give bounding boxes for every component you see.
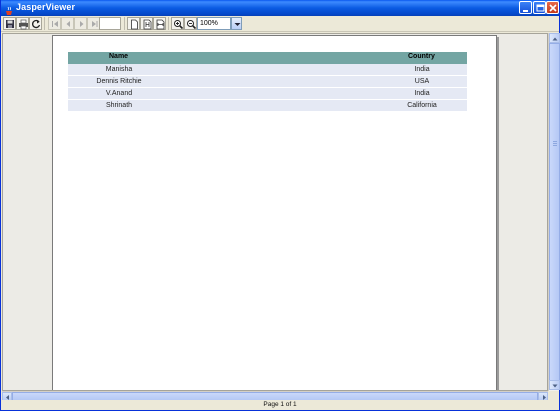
scroll-up-button[interactable] <box>549 33 560 43</box>
java-cup-icon <box>4 3 14 15</box>
window-title: JasperViewer <box>16 2 76 12</box>
name-cell: V.Anand <box>105 90 133 97</box>
vertical-scroll-thumb[interactable] <box>549 43 560 381</box>
column-header-country: Country <box>408 53 435 60</box>
grip-line <box>553 145 557 146</box>
actual-size-button[interactable] <box>127 17 140 30</box>
jasper-viewer-window: JasperViewer 100% Name Country Manisha I… <box>0 0 560 411</box>
country-cell: India <box>414 66 430 73</box>
country-cell: USA <box>414 78 430 85</box>
report-table: Name Country Manisha India Dennis Ritchi… <box>68 52 467 112</box>
table-row: V.Anand India <box>68 88 467 100</box>
save-button[interactable] <box>3 17 16 30</box>
fit-width-button[interactable] <box>153 17 166 30</box>
vertical-scrollbar[interactable] <box>548 33 560 391</box>
column-header-name: Name <box>109 53 129 60</box>
zoom-dropdown-button[interactable] <box>231 17 242 30</box>
reload-button[interactable] <box>29 17 42 30</box>
toolbar-separator <box>124 17 125 30</box>
first-page-button[interactable] <box>48 17 61 30</box>
arrow-down-icon <box>552 384 558 388</box>
country-cell: California <box>407 102 437 109</box>
grip-line <box>553 141 557 142</box>
page-number-field[interactable] <box>99 17 121 30</box>
scroll-down-button[interactable] <box>549 380 560 390</box>
fit-page-button[interactable] <box>140 17 153 30</box>
close-icon <box>549 4 557 12</box>
table-row: Manisha India <box>68 64 467 76</box>
grip-line <box>553 143 557 144</box>
zoom-ratio-combobox[interactable]: 100% <box>197 17 231 30</box>
previous-page-button[interactable] <box>61 17 74 30</box>
name-cell: Shrinath <box>105 102 133 109</box>
report-viewport: Name Country Manisha India Dennis Ritchi… <box>2 33 548 391</box>
maximize-button[interactable] <box>533 1 546 14</box>
chevron-down-icon <box>234 23 241 26</box>
toolbar: 100% <box>1 16 559 32</box>
horizontal-scrollbar[interactable] <box>2 391 548 401</box>
zoom-in-button[interactable] <box>171 17 184 30</box>
print-button[interactable] <box>16 17 29 30</box>
fit-width-icon <box>156 19 165 30</box>
next-page-button[interactable] <box>74 17 87 30</box>
close-button[interactable] <box>546 1 559 14</box>
page-status-label: Page 1 of 1 <box>263 401 297 408</box>
table-header-row: Name Country <box>68 52 467 64</box>
minimize-icon <box>523 10 528 12</box>
name-cell: Manisha <box>105 66 133 73</box>
status-bar: Page 1 of 1 <box>1 400 559 410</box>
toolbar-separator <box>44 17 45 30</box>
toolbar-separator <box>168 17 169 30</box>
zoom-out-button[interactable] <box>184 17 197 30</box>
title-bar[interactable]: JasperViewer <box>1 0 559 16</box>
table-row: Shrinath California <box>68 100 467 112</box>
minimize-button[interactable] <box>519 1 532 14</box>
report-page: Name Country Manisha India Dennis Ritchi… <box>52 35 497 390</box>
table-row: Dennis Ritchie USA <box>68 76 467 88</box>
country-cell: India <box>414 90 430 97</box>
name-cell: Dennis Ritchie <box>96 78 142 85</box>
refresh-icon <box>32 19 41 29</box>
